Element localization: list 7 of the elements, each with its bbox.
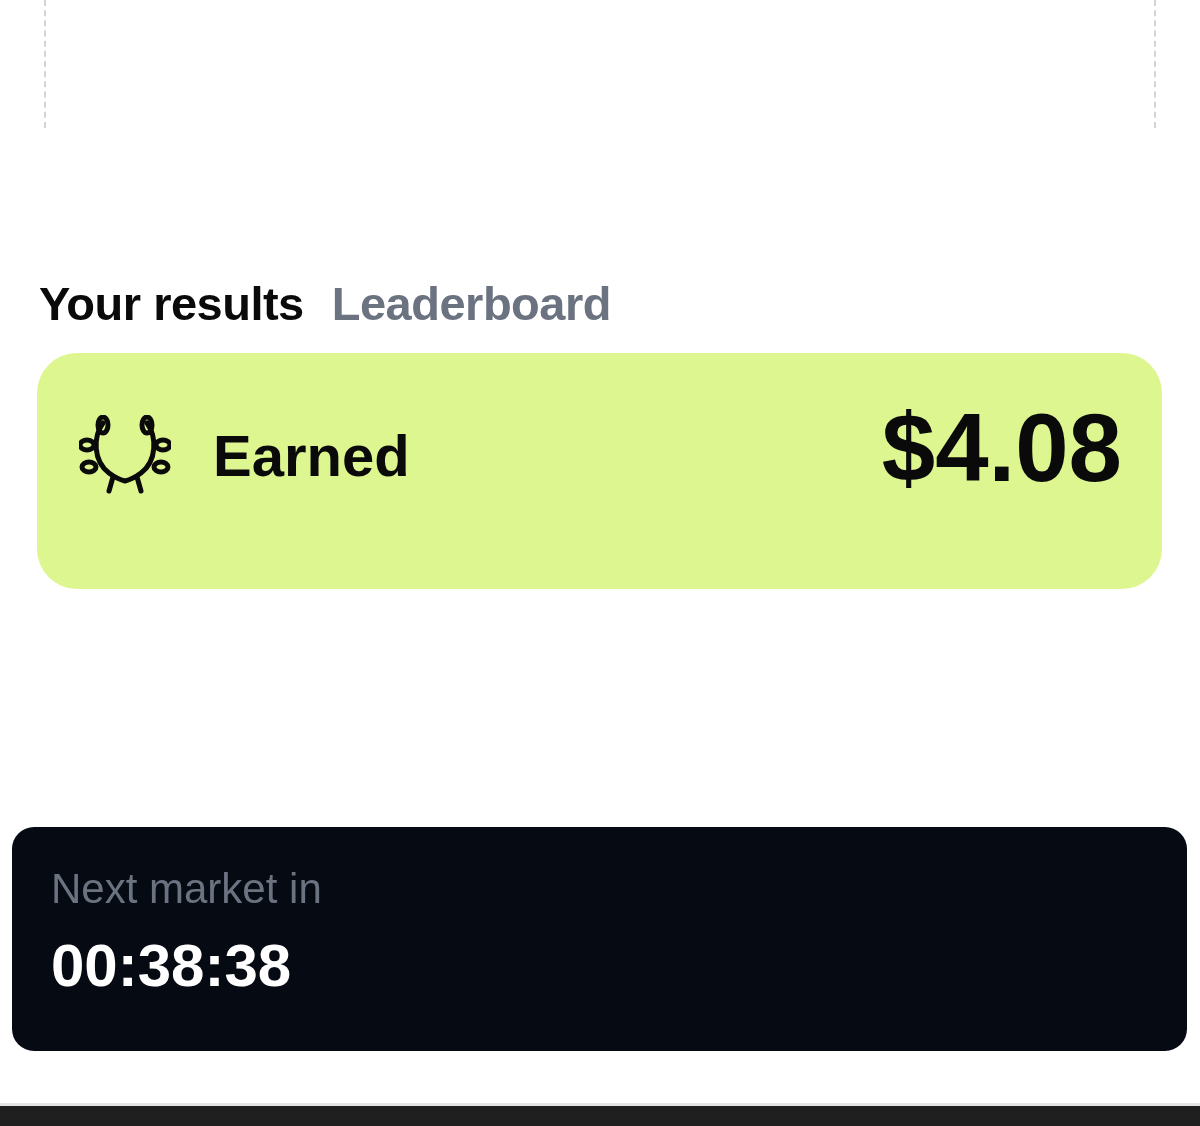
tab[interactable]: Leaderboard — [331, 276, 611, 331]
countdown-time: 00:38:38 — [51, 931, 292, 1000]
earned-label: Earned — [213, 421, 410, 489]
laurel-icon — [79, 415, 171, 495]
tab[interactable]: Your results — [39, 276, 304, 331]
earned-amount: $4.08 — [881, 393, 1122, 503]
countdown-label: Next market in — [51, 865, 322, 913]
